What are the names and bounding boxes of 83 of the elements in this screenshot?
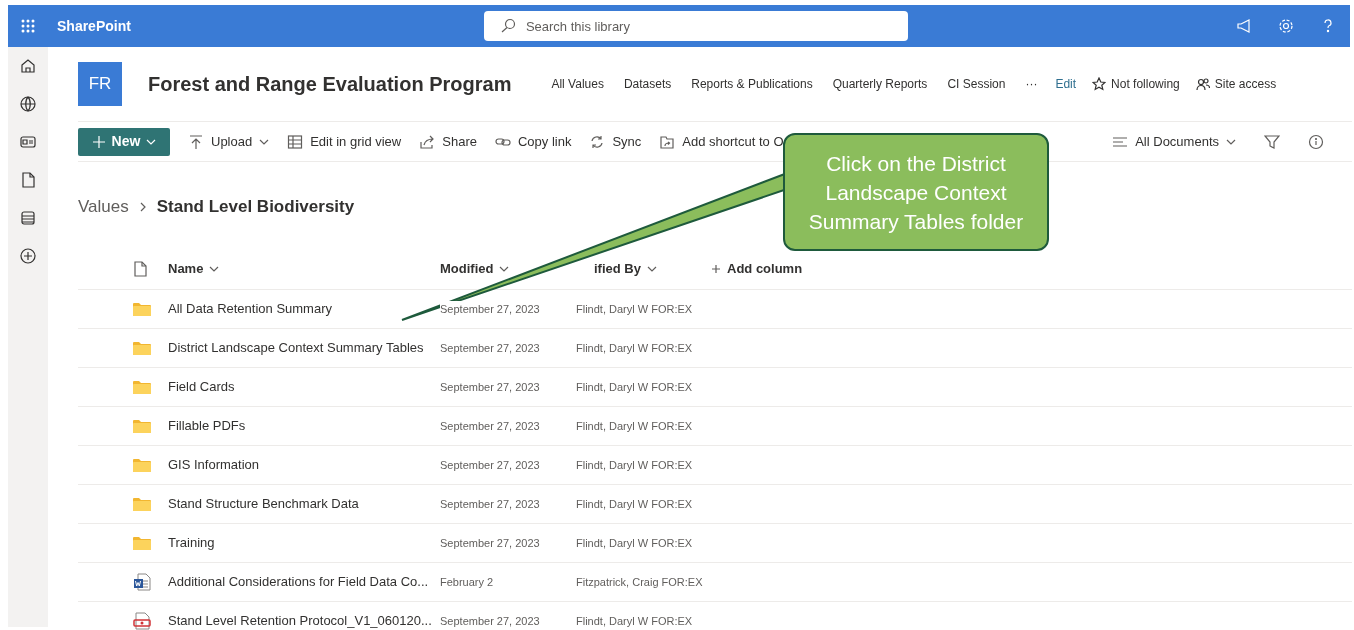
document-icon[interactable] (19, 171, 37, 189)
grid-button[interactable]: Edit in grid view (287, 131, 402, 152)
modified-by: Flindt, Daryl W FOR:EX (576, 613, 693, 629)
nav-link[interactable]: CI Session (947, 75, 1006, 93)
nav-link[interactable]: Datasets (623, 75, 672, 93)
site-title[interactable]: Forest and Range Evaluation Program (148, 69, 512, 99)
column-header[interactable]: Name (168, 258, 440, 279)
pdf-document-icon (133, 612, 151, 630)
add-icon[interactable] (19, 247, 37, 265)
chevron-down-icon (146, 137, 157, 146)
app-launcher-icon[interactable] (21, 19, 35, 33)
modified-by: Flindt, Daryl W FOR:EX (576, 379, 693, 395)
star-icon (1092, 77, 1107, 91)
file-name-link[interactable]: Additional Considerations for Field Data Co... (168, 572, 429, 592)
list-icon[interactable] (19, 209, 37, 227)
link-button[interactable]: Copy link (494, 131, 572, 152)
file-name-link[interactable]: All Data Retention Summary (168, 299, 332, 319)
modified-by: Flindt, Daryl W FOR:EX (576, 301, 693, 317)
modified-by: Flindt, Daryl W FOR:EX (576, 457, 693, 473)
chevron-down-icon (209, 264, 220, 273)
folder-icon (133, 341, 151, 355)
modified-by: Fitzpatrick, Craig FOR:EX (576, 574, 703, 590)
site-logo[interactable]: FR (78, 62, 122, 106)
chevron-right-icon (138, 202, 147, 212)
sync-button[interactable]: Sync (589, 131, 642, 152)
chevron-down-icon (259, 137, 270, 146)
folder-icon (133, 419, 151, 433)
nav-link[interactable]: Reports & Publications (691, 75, 813, 93)
site-access-button[interactable]: Site access (1195, 75, 1277, 93)
modified-by: Flindt, Daryl W FOR:EX (576, 418, 693, 434)
filter-icon (1264, 133, 1280, 150)
folder-icon (133, 497, 151, 511)
globe-icon[interactable] (19, 95, 37, 113)
search-icon (499, 18, 516, 34)
callout-box: Click on the District Landscape Context Summary Tables folder (783, 133, 1049, 251)
add-column-button[interactable]: Add column (711, 258, 1352, 279)
settings-icon (1278, 18, 1294, 34)
chevron-down-icon (1226, 137, 1236, 146)
file-type-icon (133, 260, 148, 277)
people-icon (1195, 77, 1210, 91)
folder-icon (133, 302, 151, 316)
shortcut-button[interactable]: Add shortcut to O (659, 131, 784, 152)
nav-link[interactable]: ··· (1025, 75, 1038, 93)
new-button[interactable]: New (78, 127, 170, 156)
view-selector[interactable]: All Documents (1112, 131, 1236, 152)
plus-icon (91, 134, 106, 149)
word-document-icon (133, 573, 151, 591)
file-name-link[interactable]: GIS Information (168, 455, 260, 475)
modified-by: Flindt, Daryl W FOR:EX (576, 535, 693, 551)
folder-icon (133, 458, 151, 472)
upload-button[interactable]: Upload (188, 131, 270, 152)
file-name-link[interactable]: Training (168, 533, 215, 553)
file-name-link[interactable]: Stand Level Retention Protocol_V1_060120... (168, 611, 432, 630)
modified-by: Flindt, Daryl W FOR:EX (576, 496, 693, 512)
breadcrumb-item[interactable]: Stand Level Biodiversity (156, 194, 355, 220)
chevron-down-icon (499, 264, 510, 273)
news-icon[interactable] (19, 133, 37, 151)
modified-by: Flindt, Daryl W FOR:EX (576, 340, 693, 356)
app-name[interactable]: SharePoint (57, 15, 131, 37)
folder-icon (133, 536, 151, 550)
folder-icon (133, 380, 151, 394)
megaphone-icon (1236, 18, 1252, 34)
share-button[interactable]: Share (419, 131, 477, 152)
share-icon (419, 133, 436, 150)
file-name-link[interactable]: Field Cards (168, 377, 235, 397)
file-name-link[interactable]: Fillable PDFs (168, 416, 246, 436)
breadcrumb-item[interactable]: Values (78, 194, 129, 220)
follow-button[interactable]: Not following (1092, 75, 1180, 93)
search-field[interactable]: Search this library (483, 11, 908, 41)
column-header[interactable]: ified By (594, 258, 711, 279)
chevron-down-icon (646, 264, 657, 273)
edit-link[interactable]: Edit (1055, 75, 1077, 93)
grid-icon (287, 133, 304, 150)
modified-date: September 27, 2023 (440, 300, 540, 318)
info-icon (1308, 133, 1324, 150)
shortcut-icon (659, 133, 676, 150)
plus-icon (711, 263, 721, 274)
file-name-link[interactable]: District Landscape Context Summary Tables (168, 338, 424, 358)
file-name-link[interactable]: Stand Structure Benchmark Data (168, 494, 359, 514)
nav-link[interactable]: Quarterly Reports (832, 75, 928, 93)
home-icon[interactable] (19, 57, 37, 75)
nav-link[interactable]: All Values (551, 75, 604, 93)
upload-icon (188, 133, 204, 150)
